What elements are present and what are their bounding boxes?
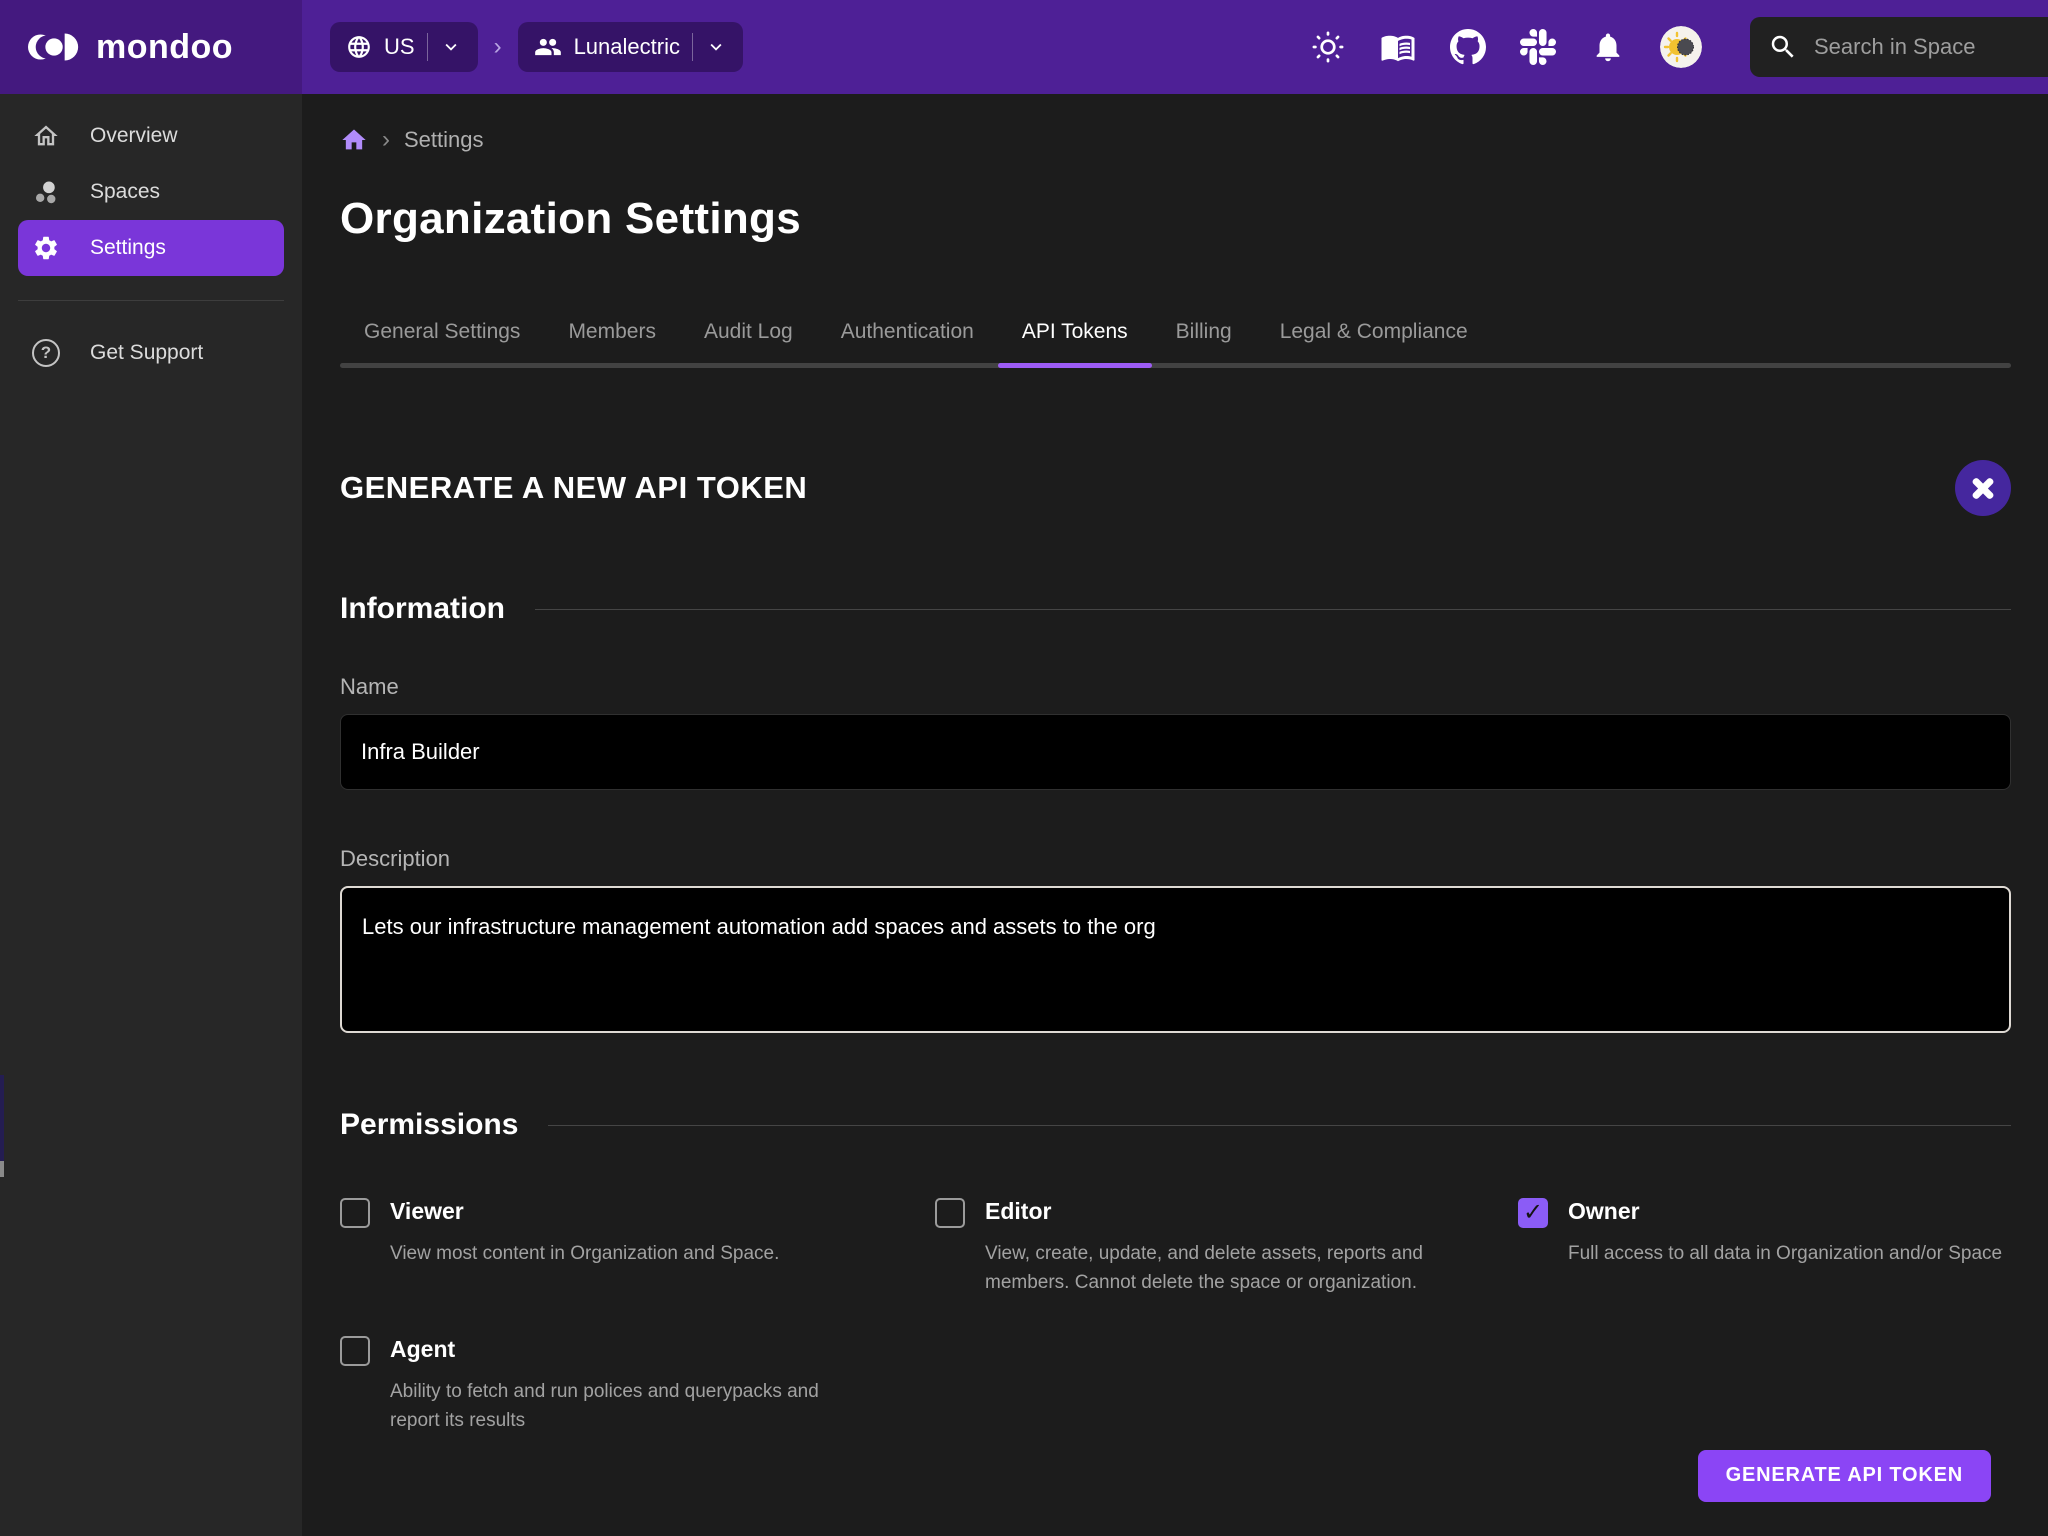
permission-label: Owner	[1568, 1196, 2011, 1225]
sidebar-item-label: Settings	[90, 236, 166, 260]
section-divider	[535, 609, 2011, 610]
checkmark-icon: ✓	[1523, 1201, 1543, 1225]
sidebar-item-label: Get Support	[90, 341, 203, 365]
tab-track	[340, 363, 2011, 368]
left-edge-scrollbar[interactable]	[0, 1075, 4, 1161]
context-switchers: US › Lunalectric	[302, 22, 743, 72]
sidebar: Overview Spaces Settings ? Get Support	[0, 94, 302, 1536]
spaces-icon	[32, 178, 60, 206]
home-icon[interactable]	[340, 126, 368, 154]
globe-icon	[346, 34, 372, 60]
user-avatar[interactable]	[1660, 26, 1702, 68]
permission-description: View, create, update, and delete assets,…	[985, 1239, 1485, 1298]
generate-api-token-button[interactable]: GENERATE API TOKEN	[1698, 1450, 1991, 1502]
permission-viewer: ✓ Viewer View most content in Organizati…	[340, 1196, 935, 1298]
context-separator: ›	[494, 33, 502, 61]
sidebar-item-overview[interactable]: Overview	[18, 108, 284, 164]
token-form-title: GENERATE A NEW API TOKEN	[340, 470, 807, 506]
chevron-down-icon	[705, 36, 727, 58]
close-icon[interactable]	[1955, 460, 2011, 516]
gear-icon	[32, 234, 60, 262]
viewer-checkbox[interactable]: ✓	[340, 1198, 370, 1228]
pill-divider	[427, 33, 428, 61]
owner-checkbox[interactable]: ✓	[1518, 1198, 1548, 1228]
tab-audit-log[interactable]: Audit Log	[680, 306, 817, 368]
sidebar-divider	[18, 300, 284, 301]
permission-description: Ability to fetch and run polices and que…	[390, 1377, 870, 1436]
section-divider	[548, 1125, 2011, 1126]
token-form-header: GENERATE A NEW API TOKEN	[340, 460, 2011, 516]
top-bar-actions	[1310, 17, 2048, 77]
tab-members[interactable]: Members	[544, 306, 680, 368]
tab-general-settings[interactable]: General Settings	[340, 306, 544, 368]
top-bar: mondoo US › Lunalectric	[0, 0, 2048, 94]
tab-authentication[interactable]: Authentication	[817, 306, 998, 368]
notifications-button[interactable]	[1590, 29, 1626, 65]
chevron-down-icon	[440, 36, 462, 58]
slack-button[interactable]	[1520, 29, 1556, 65]
org-label: Lunalectric	[574, 34, 680, 60]
form-actions: GENERATE API TOKEN	[340, 1450, 2011, 1502]
main-content: › Settings Organization Settings General…	[302, 94, 2048, 1536]
slack-icon	[1520, 29, 1556, 65]
people-icon	[534, 33, 562, 61]
book-icon	[1380, 29, 1416, 65]
breadcrumb: › Settings	[340, 126, 2011, 154]
sidebar-item-label: Spaces	[90, 180, 160, 204]
search-input[interactable]	[1814, 34, 2014, 60]
sidebar-item-spaces[interactable]: Spaces	[18, 164, 284, 220]
docs-button[interactable]	[1380, 29, 1416, 65]
github-icon	[1450, 28, 1486, 66]
app-window: mondoo US › Lunalectric	[0, 0, 2048, 1536]
sun-icon	[1310, 29, 1346, 65]
permissions-section-title: Permissions	[340, 1108, 518, 1142]
token-description-input[interactable]: Lets our infrastructure management autom…	[340, 886, 2011, 1033]
permissions-section-header: Permissions	[340, 1108, 2011, 1142]
region-selector[interactable]: US	[330, 22, 478, 72]
brand-name: mondoo	[96, 28, 233, 67]
permission-description: View most content in Organization and Sp…	[390, 1239, 890, 1268]
brand-logo[interactable]: mondoo	[0, 0, 302, 94]
permission-label: Agent	[390, 1334, 935, 1363]
agent-checkbox[interactable]: ✓	[340, 1336, 370, 1366]
space-search[interactable]	[1750, 17, 2048, 77]
permission-agent: ✓ Agent Ability to fetch and run polices…	[340, 1334, 935, 1436]
sidebar-item-label: Overview	[90, 124, 178, 148]
permission-editor: ✓ Editor View, create, update, and delet…	[935, 1196, 1518, 1298]
theme-toggle-button[interactable]	[1310, 29, 1346, 65]
editor-checkbox[interactable]: ✓	[935, 1198, 965, 1228]
scrollbar-thumb[interactable]	[0, 1161, 4, 1177]
permission-description: Full access to all data in Organization …	[1568, 1239, 2011, 1268]
sun-eclipse-avatar-icon	[1660, 26, 1702, 68]
sidebar-item-get-support[interactable]: ? Get Support	[18, 325, 284, 381]
page-title: Organization Settings	[340, 194, 2011, 244]
information-section-header: Information	[340, 592, 2011, 626]
permission-label: Editor	[985, 1196, 1518, 1225]
permission-label: Viewer	[390, 1196, 935, 1225]
sidebar-item-settings[interactable]: Settings	[18, 220, 284, 276]
breadcrumb-current: Settings	[404, 127, 484, 153]
home-icon	[32, 122, 60, 150]
github-button[interactable]	[1450, 29, 1486, 65]
token-name-input[interactable]	[340, 714, 2011, 790]
name-field-label: Name	[340, 674, 2011, 700]
information-section-title: Information	[340, 592, 505, 626]
pill-divider	[692, 33, 693, 61]
description-field-label: Description	[340, 846, 2011, 872]
magnifier-icon	[1768, 32, 1798, 62]
settings-tabs: General Settings Members Audit Log Authe…	[340, 306, 2011, 368]
tab-legal-compliance[interactable]: Legal & Compliance	[1256, 306, 1492, 368]
tab-api-tokens[interactable]: API Tokens	[998, 306, 1152, 368]
tab-billing[interactable]: Billing	[1152, 306, 1256, 368]
mondoo-logo-icon	[28, 28, 82, 66]
bell-icon	[1591, 30, 1625, 64]
help-icon: ?	[32, 339, 60, 367]
org-selector[interactable]: Lunalectric	[518, 22, 743, 72]
permission-owner: ✓ Owner Full access to all data in Organ…	[1518, 1196, 2011, 1298]
region-label: US	[384, 34, 415, 60]
breadcrumb-separator: ›	[382, 126, 390, 154]
permissions-grid: ✓ Viewer View most content in Organizati…	[340, 1196, 2011, 1436]
